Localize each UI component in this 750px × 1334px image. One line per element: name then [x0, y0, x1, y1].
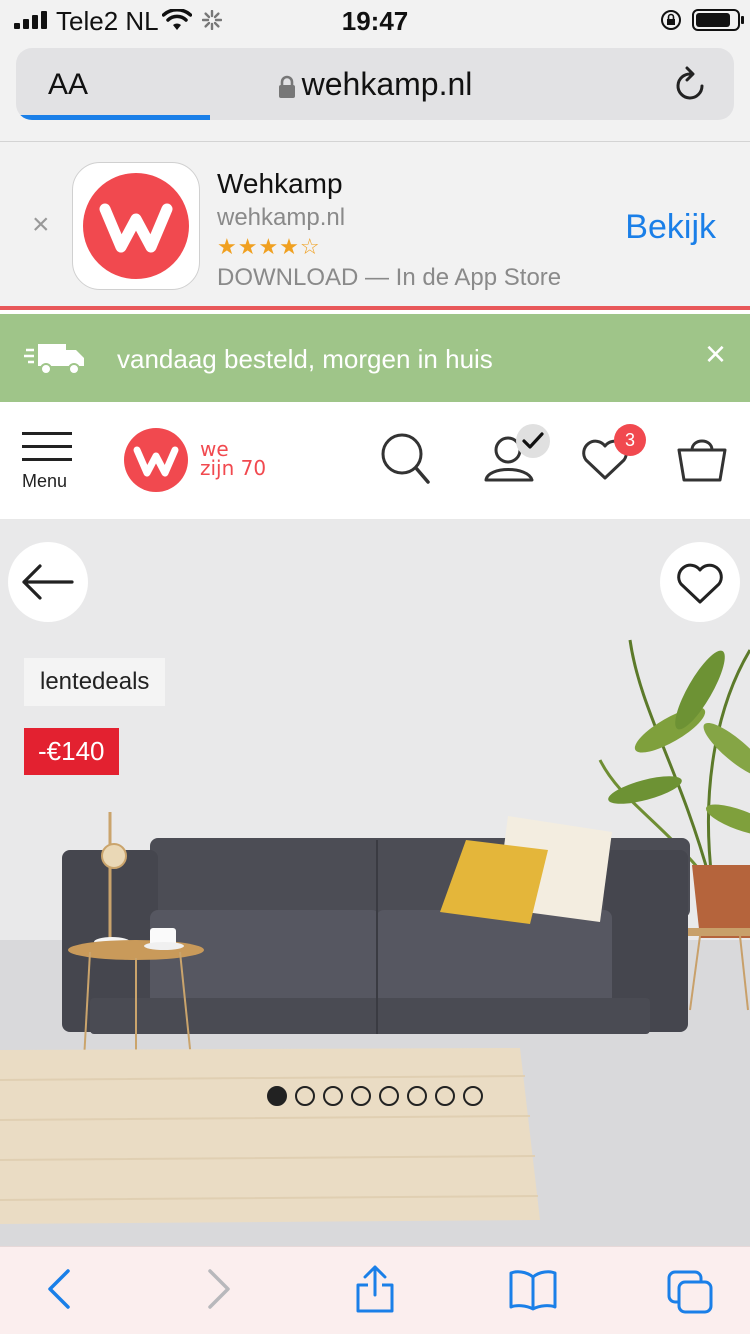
carousel-dot[interactable]	[435, 1086, 455, 1106]
browser-back-icon[interactable]	[44, 1267, 74, 1311]
search-icon[interactable]	[380, 432, 432, 486]
battery-icon	[692, 9, 744, 31]
browser-forward-icon[interactable]	[204, 1267, 234, 1311]
browser-toolbar	[0, 1246, 750, 1334]
padlock-icon	[278, 75, 295, 98]
back-button[interactable]	[8, 542, 88, 622]
menu-label: Menu	[22, 471, 68, 491]
carousel-dot[interactable]	[379, 1086, 399, 1106]
browser-address-area: AA wehkamp.nl	[0, 40, 750, 142]
wehkamp-logo-icon	[133, 446, 179, 477]
delivery-promise-text: vandaag besteld, morgen in huis	[117, 344, 493, 374]
bookmarks-icon[interactable]	[508, 1269, 558, 1311]
carousel-dot[interactable]	[323, 1086, 343, 1106]
carousel-dot[interactable]	[267, 1086, 287, 1106]
address-bar[interactable]: AA wehkamp.nl	[16, 48, 734, 120]
carousel-dot[interactable]	[463, 1086, 483, 1106]
logged-in-check-icon	[516, 424, 550, 458]
share-icon[interactable]	[354, 1263, 396, 1315]
open-app-button[interactable]: Bekijk	[625, 208, 716, 247]
carousel-dot[interactable]	[295, 1086, 315, 1106]
url-display[interactable]: wehkamp.nl	[16, 66, 734, 103]
page-load-progress	[16, 115, 210, 120]
arrow-left-icon	[22, 564, 74, 600]
heart-icon	[677, 563, 723, 604]
app-rating-stars: ★★★★☆	[217, 234, 321, 259]
discount-badge: -€140	[24, 728, 119, 775]
app-store-text: DOWNLOAD — In de App Store	[217, 264, 562, 291]
add-to-wishlist-button[interactable]	[660, 542, 740, 622]
url-text: wehkamp.nl	[301, 66, 473, 102]
site-header: Menu we zijn 70 3	[0, 402, 750, 520]
carousel-dot[interactable]	[351, 1086, 371, 1106]
delivery-banner: vandaag besteld, morgen in huis ×	[0, 314, 750, 402]
carousel-dot[interactable]	[407, 1086, 427, 1106]
wishlist-count-badge: 3	[614, 424, 646, 456]
clock: 19:47	[341, 6, 409, 36]
wehkamp-logo[interactable]	[124, 428, 188, 492]
carousel-indicator	[267, 1086, 491, 1106]
shopping-basket-icon[interactable]	[676, 436, 728, 484]
tabs-icon[interactable]	[666, 1269, 714, 1315]
delivery-truck-icon	[24, 344, 84, 375]
status-bar: Tele2 NL 19:47	[0, 0, 750, 40]
product-photo-sofa	[0, 520, 750, 1246]
close-delivery-banner-button[interactable]: ×	[705, 336, 726, 372]
orientation-lock-icon	[661, 10, 681, 30]
smart-app-banner: × Wehkamp wehkamp.nl ★★★★☆ DOWNLOAD — In…	[0, 142, 750, 310]
wehkamp-logo-icon	[99, 203, 173, 253]
promo-tag: lentedeals	[24, 658, 166, 706]
app-domain: wehkamp.nl	[217, 204, 346, 231]
app-name: Wehkamp	[217, 168, 343, 199]
menu-button[interactable]: Menu	[22, 432, 76, 492]
close-app-banner-button[interactable]: ×	[32, 210, 50, 240]
anniversary-tagline: we zijn 70	[200, 437, 267, 480]
product-image-carousel[interactable]: lentedeals -€140	[0, 520, 750, 1246]
reload-icon[interactable]	[674, 66, 708, 102]
app-icon[interactable]	[72, 162, 200, 290]
